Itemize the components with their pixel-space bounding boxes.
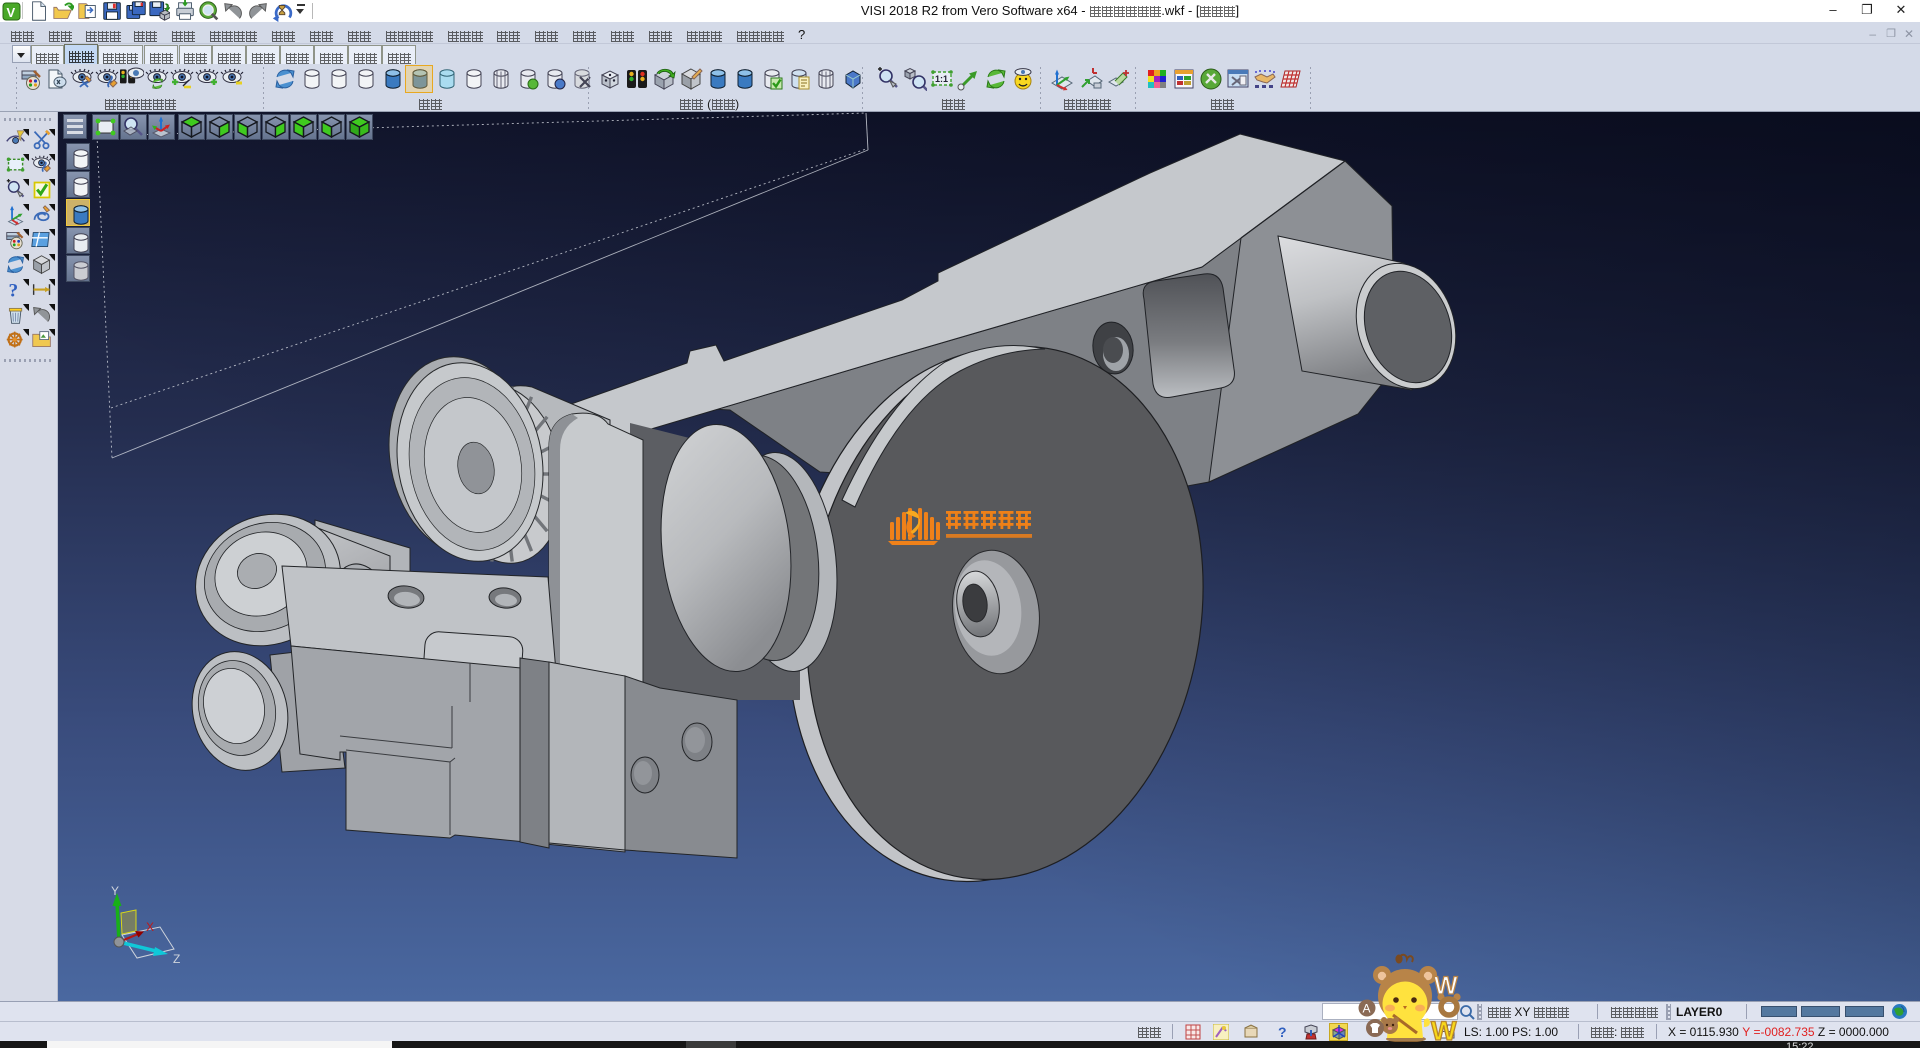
- svg-text:W: W: [1431, 1016, 1457, 1042]
- svg-text:?: ?: [1278, 1024, 1287, 1040]
- svg-text:?: ?: [9, 281, 19, 302]
- svg-text:X: X: [146, 920, 154, 934]
- svg-text:Y: Y: [111, 884, 119, 898]
- svg-text:Z: Z: [173, 952, 180, 966]
- svg-text:1:1: 1:1: [935, 74, 948, 84]
- svg-text:A: A: [1363, 1002, 1371, 1016]
- svg-text:V: V: [7, 5, 16, 20]
